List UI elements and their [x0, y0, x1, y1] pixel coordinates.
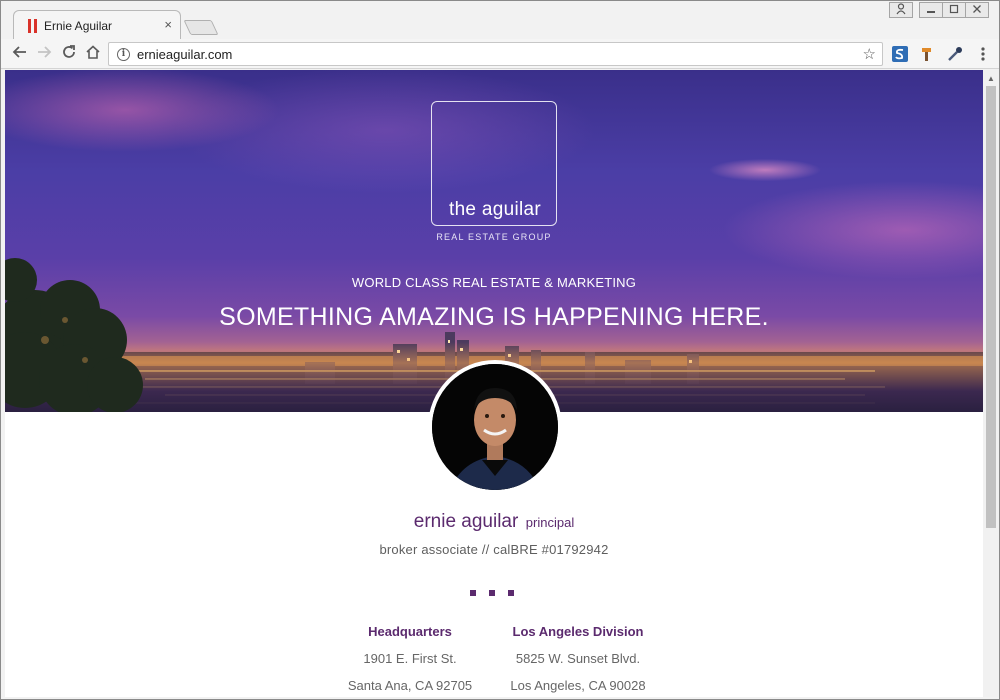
- menu-kebab-icon[interactable]: [974, 45, 992, 63]
- profile-photo: [432, 364, 558, 490]
- hero-tagline: WORLD CLASS REAL ESTATE & MARKETING: [351, 275, 637, 290]
- agent-name: ernie aguilar: [413, 511, 519, 532]
- page-viewport: the aguilar REAL ESTATE GROUP WORLD CLAS…: [5, 70, 983, 697]
- logo-frame[interactable]: the aguilar: [431, 101, 557, 226]
- close-window-icon[interactable]: [965, 2, 989, 18]
- forward-arrow-icon[interactable]: [34, 44, 54, 64]
- office-headquarters: Headquarters 1901 E. First St. Santa Ana…: [320, 624, 500, 693]
- profile-icon[interactable]: [889, 2, 913, 18]
- tree-silhouette: [5, 258, 143, 412]
- new-tab-button[interactable]: [183, 20, 219, 35]
- restore-icon[interactable]: [942, 2, 966, 18]
- tab-title: Ernie Aguilar: [44, 19, 113, 33]
- info-icon[interactable]: i: [117, 48, 130, 61]
- agent-name-line: ernie aguilar principal: [205, 511, 783, 533]
- site-favicon-icon: [28, 19, 38, 33]
- url-text[interactable]: ernieaguilar.com: [137, 47, 232, 62]
- eyedropper-icon[interactable]: [946, 45, 964, 63]
- agent-role: principal: [525, 515, 575, 530]
- bookmark-star-icon[interactable]: ☆: [863, 45, 876, 63]
- title-bar: Ernie Aguilar ×: [1, 1, 999, 40]
- home-icon[interactable]: [83, 44, 103, 64]
- browser-window: Ernie Aguilar × i ernieaguilar.com ☆ the…: [0, 0, 1000, 700]
- browser-toolbar: i ernieaguilar.com ☆: [1, 39, 999, 69]
- office-los-angeles: Los Angeles Division 5825 W. Sunset Blvd…: [488, 624, 668, 693]
- office-street: 1901 E. First St.: [363, 651, 457, 666]
- address-bar[interactable]: i ernieaguilar.com ☆: [108, 42, 883, 66]
- back-arrow-icon[interactable]: [10, 44, 30, 64]
- tab-close-icon[interactable]: ×: [164, 17, 172, 32]
- divider-dots: [470, 590, 518, 596]
- avatar: [428, 360, 562, 494]
- office-title: Los Angeles Division: [512, 624, 644, 639]
- minimize-icon[interactable]: [919, 2, 943, 18]
- license-text: broker associate // calBRE #01792942: [379, 542, 609, 557]
- hero-headline: SOMETHING AMAZING IS HAPPENING HERE.: [219, 303, 769, 331]
- extension-s-icon[interactable]: [891, 45, 909, 63]
- logo-name: the aguilar: [448, 199, 542, 220]
- office-title: Headquarters: [368, 624, 452, 639]
- office-city: Santa Ana, CA 92705: [347, 678, 473, 693]
- office-street: 5825 W. Sunset Blvd.: [515, 651, 641, 666]
- scrollbar-thumb[interactable]: [986, 86, 996, 528]
- office-city: Los Angeles, CA 90028: [510, 678, 646, 693]
- logo-subtitle: REAL ESTATE GROUP: [436, 232, 552, 242]
- browser-tab[interactable]: Ernie Aguilar ×: [13, 10, 181, 40]
- reload-icon[interactable]: [59, 44, 79, 64]
- scroll-up-arrow-icon[interactable]: ▲: [987, 74, 995, 83]
- extension-hammer-icon[interactable]: [919, 45, 937, 63]
- vertical-scrollbar[interactable]: ▲: [983, 70, 999, 697]
